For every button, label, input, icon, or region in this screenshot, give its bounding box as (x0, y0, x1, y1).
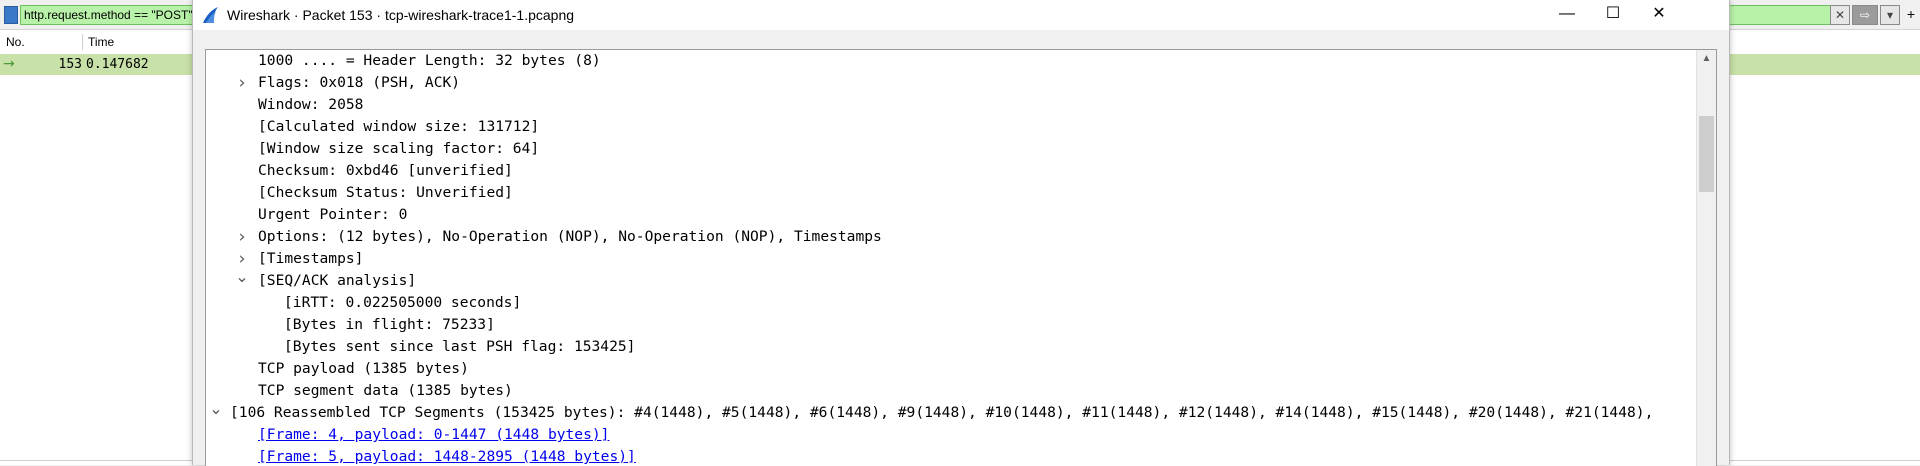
tree-item[interactable]: [Calculated window size: 131712] (258, 116, 539, 138)
tree-item[interactable]: [iRTT: 0.022505000 seconds] (284, 292, 521, 314)
related-packet-arrow-icon: → (3, 56, 15, 72)
chevron-down-icon[interactable]: ⌄ (234, 269, 250, 292)
tree-item[interactable]: Checksum: 0xbd46 [unverified] (258, 160, 513, 182)
tree-item[interactable]: [Timestamps] (258, 248, 363, 270)
scrollbar-thumb[interactable] (1699, 116, 1714, 192)
tree-item[interactable]: Options: (12 bytes), No-Operation (NOP),… (258, 226, 882, 248)
packet-dialog: Wireshark · Packet 153 · tcp-wireshark-t… (192, 0, 1730, 466)
packet-number: 153 (58, 57, 82, 72)
display-filter-input[interactable]: http.request.method == "POST" (20, 5, 197, 25)
tree-content: 1000 .... = Header Length: 32 bytes (8) F… (206, 50, 1696, 466)
scroll-up-icon[interactable]: ▲ (1697, 50, 1716, 68)
tree-item[interactable]: [Window size scaling factor: 64] (258, 138, 539, 160)
chevron-right-icon[interactable]: › (234, 226, 250, 248)
minimize-button[interactable]: — (1544, 0, 1590, 30)
chevron-down-icon[interactable]: ⌄ (208, 401, 224, 424)
close-button[interactable]: ✕ (1636, 0, 1682, 30)
tree-item[interactable]: [Bytes sent since last PSH flag: 153425] (284, 336, 635, 358)
tree-frame-link[interactable]: [Frame: 5, payload: 1448-2895 (1448 byte… (258, 446, 636, 466)
tree-item[interactable]: Flags: 0x018 (PSH, ACK) (258, 72, 460, 94)
add-filter-button-icon[interactable]: + (1902, 5, 1920, 23)
tree-item[interactable]: 1000 .... = Header Length: 32 bytes (8) (258, 50, 601, 72)
apply-filter-icon[interactable]: ⇨ (1852, 5, 1878, 25)
column-separator[interactable] (82, 34, 83, 50)
tree-frame-link[interactable]: [Frame: 4, payload: 0-1447 (1448 bytes)] (258, 424, 609, 446)
vertical-scrollbar[interactable]: ▲ (1696, 50, 1716, 466)
tree-item[interactable]: [Checksum Status: Unverified] (258, 182, 513, 204)
filter-controls: ✕ ⇨ ▾ + (1830, 5, 1920, 25)
tree-item[interactable]: TCP segment data (1385 bytes) (258, 380, 513, 402)
recent-filters-dropdown-icon[interactable]: ▾ (1880, 5, 1900, 25)
column-header-no[interactable]: No. (6, 32, 25, 52)
packet-details-tree[interactable]: 1000 .... = Header Length: 32 bytes (8) F… (205, 49, 1717, 466)
maximize-button[interactable]: ☐ (1590, 0, 1636, 30)
bookmark-icon[interactable] (4, 6, 18, 24)
tree-item[interactable]: [Bytes in flight: 75233] (284, 314, 495, 336)
column-header-time[interactable]: Time (88, 32, 114, 52)
dialog-titlebar[interactable]: Wireshark · Packet 153 · tcp-wireshark-t… (193, 0, 1729, 30)
packet-time: 0.147682 (86, 57, 149, 72)
tree-item[interactable]: Window: 2058 (258, 94, 363, 116)
display-filter-input-extension[interactable] (1725, 5, 1835, 25)
chevron-right-icon[interactable]: › (234, 72, 250, 94)
tree-item[interactable]: Urgent Pointer: 0 (258, 204, 407, 226)
tree-item[interactable]: TCP payload (1385 bytes) (258, 358, 469, 380)
tree-item[interactable]: [106 Reassembled TCP Segments (153425 by… (230, 402, 1653, 424)
wireshark-fin-icon (203, 7, 218, 23)
tree-item[interactable]: [SEQ/ACK analysis] (258, 270, 416, 292)
clear-filter-icon[interactable]: ✕ (1830, 5, 1850, 25)
dialog-title: Wireshark · Packet 153 · tcp-wireshark-t… (227, 7, 575, 23)
